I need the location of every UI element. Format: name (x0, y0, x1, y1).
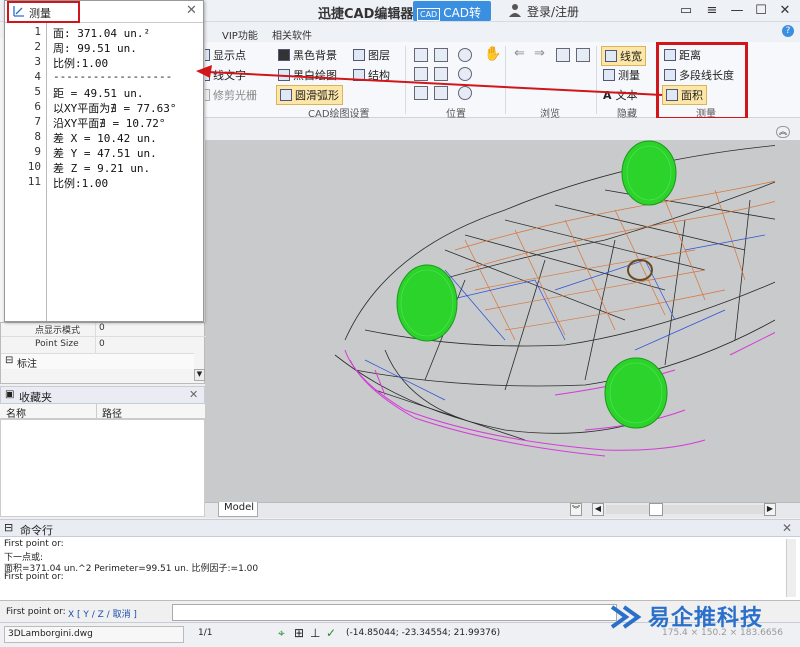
ortho-icon[interactable]: ⊥ (310, 626, 320, 640)
result-line: 1 面: 371.04 un.² (34, 25, 151, 40)
canvas-margin (775, 140, 800, 502)
scroll-left-icon[interactable]: ◀ (592, 503, 604, 516)
col-path[interactable]: 路径 (102, 405, 122, 420)
grid-icon[interactable]: ⊞ (294, 626, 304, 640)
favorites-header: ▣ 收藏夹 ✕ (0, 386, 205, 404)
tab-scroll-icon[interactable]: ︾ (570, 503, 582, 516)
result-line: 4 ------------------ (34, 70, 173, 83)
result-line: 2 周: 99.51 un. (34, 40, 137, 55)
command-input[interactable] (172, 604, 617, 621)
output-scrollbar[interactable] (786, 539, 796, 597)
command-options[interactable]: X [ Y / Z / 取消 ] (68, 607, 137, 620)
command-header: ⊟ 命令行 ✕ (0, 519, 800, 537)
result-line: 6 以XY平面为∄ = 77.63° (34, 100, 177, 115)
result-line: 5距 = 49.51 un. (34, 85, 144, 100)
command-prompt: First point or: (6, 607, 66, 617)
result-line: 8差 X = 10.42 un. (34, 130, 157, 145)
properties-pane: 点显示模式 0 Point Size 0 ⊟ 标注 ▼ (0, 322, 206, 384)
result-line: 9差 Y = 47.51 un. (34, 145, 157, 160)
favorites-icon: ▣ (5, 389, 15, 400)
close-favorites-icon[interactable]: ✕ (189, 388, 198, 401)
drawing-canvas[interactable] (205, 140, 800, 502)
help-icon[interactable]: ? (782, 25, 794, 37)
command-title: 命令行 (20, 524, 53, 537)
close-window-icon[interactable]: ✕ (776, 2, 794, 20)
result-line: 11 比例:1.00 (27, 175, 109, 190)
cursor-coords: (-14.85044; -23.34554; 21.99376) (346, 628, 501, 638)
horizontal-scrollbar[interactable] (606, 505, 766, 514)
tab-vip[interactable]: VIP功能 (222, 27, 258, 42)
tab-related-software[interactable]: 相关软件 (272, 27, 312, 42)
output-line: First point or: (4, 572, 64, 582)
command-output: First point or: 下一点或: 面积=371.04 un.^2 Pe… (0, 537, 800, 601)
page-indicator: 1/1 (198, 628, 213, 638)
app-title: 迅捷CAD编辑器 (318, 7, 414, 22)
snap-icon[interactable]: ⌖ (278, 626, 285, 641)
scroll-right-icon[interactable]: ▶ (764, 503, 776, 516)
cad-converter-button[interactable]: CADCAD转换器 (413, 1, 491, 37)
title-highlight-box (7, 1, 80, 23)
car-wireframe (334, 140, 781, 457)
measure-panel: 测量 ✕ 1 面: 371.04 un.² 2 周: 99.51 un. 3 比例:1… (4, 0, 204, 322)
file-name: 3DLamborgini.dwg (4, 626, 184, 643)
col-divider (95, 323, 96, 353)
close-command-icon[interactable]: ✕ (782, 521, 792, 535)
menu-icon[interactable]: ≡ (703, 2, 721, 20)
cad-badge-icon: CAD (417, 8, 441, 21)
forward-arrow-icon[interactable]: ⇒ (534, 46, 545, 61)
back-arrow-icon[interactable]: ⇐ (514, 46, 525, 61)
watermark-logo-icon (610, 603, 644, 631)
scrollbar-thumb[interactable] (649, 503, 663, 516)
annotation-arrow (196, 65, 663, 96)
model-tab[interactable]: Model (218, 502, 258, 517)
collapse-ribbon-icon[interactable]: ︽ (776, 126, 790, 138)
result-line: 10 差 Z = 9.21 un. (27, 160, 151, 175)
close-measure-icon[interactable]: ✕ (186, 3, 197, 18)
canvas-toolbar (205, 118, 800, 140)
result-line: 7 沿XY平面∄ = 10.72° (34, 115, 166, 130)
favorites-columns: 名称 路径 (0, 404, 205, 420)
section-label: 标注 (17, 359, 37, 370)
favorites-title: 收藏夹 (19, 391, 52, 404)
output-line: First point or: (4, 539, 64, 549)
collapse-section-icon[interactable]: ⊟ (5, 355, 13, 366)
row-divider (1, 336, 206, 337)
favorites-list[interactable] (0, 419, 205, 517)
command-icon: ⊟ (4, 521, 14, 534)
feedback-icon[interactable]: ▭ (677, 2, 695, 20)
user-icon[interactable] (508, 3, 522, 17)
maximize-icon[interactable]: ☐ (752, 2, 770, 20)
col-name[interactable]: 名称 (6, 405, 26, 420)
login-link[interactable]: 登录/注册 (527, 3, 579, 20)
col-divider (96, 404, 97, 419)
scroll-down-icon[interactable]: ▼ (194, 369, 205, 381)
result-line: 3 比例:1.00 (34, 55, 109, 70)
watermark-text: 易企推科技 (648, 606, 764, 631)
minimize-icon[interactable]: — (728, 2, 746, 20)
polar-icon[interactable]: ✓ (326, 626, 336, 640)
